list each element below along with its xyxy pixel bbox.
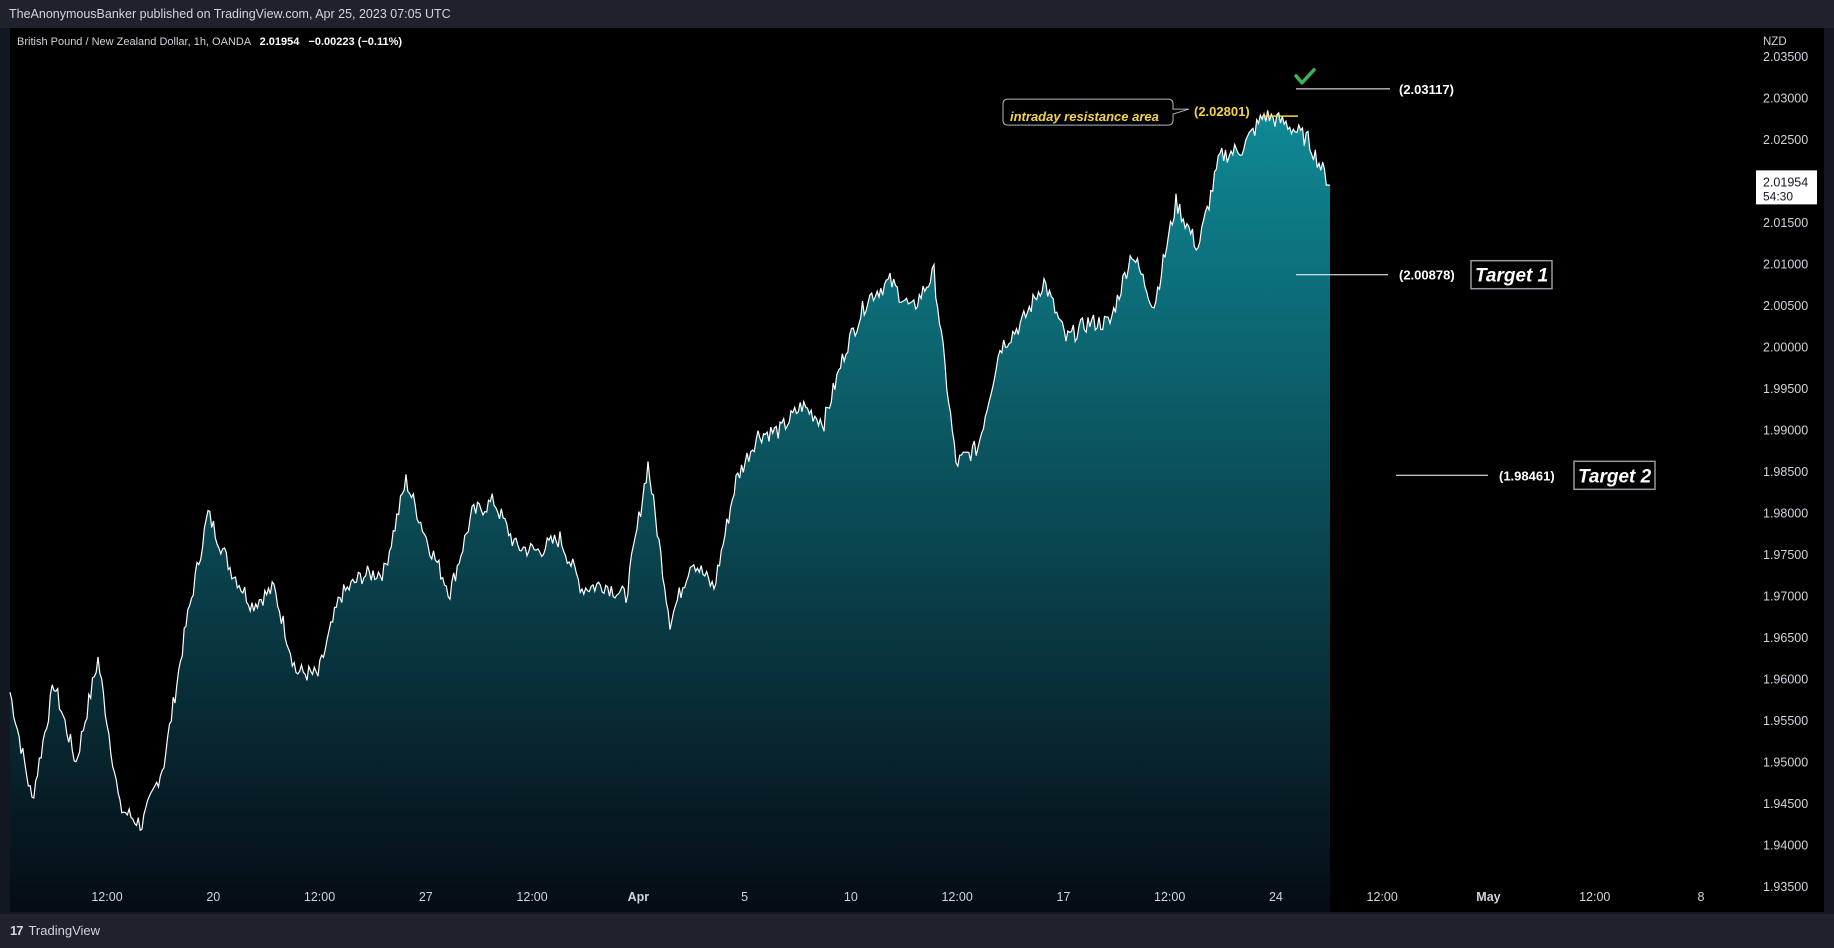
- y-tick-label: 1.93500: [1763, 880, 1808, 894]
- x-tick-label: Apr: [628, 890, 650, 904]
- y-tick-label: 2.03000: [1763, 92, 1808, 106]
- x-tick-label: May: [1476, 890, 1500, 904]
- y-tick-label: 1.94000: [1763, 839, 1808, 853]
- x-tick-label: 10: [844, 890, 858, 904]
- price-chart[interactable]: 2.035002.030002.025002.020002.015002.010…: [0, 0, 1834, 948]
- legend-symbol: British Pound / New Zealand Dollar, 1h, …: [17, 36, 252, 48]
- x-tick-label: 17: [1056, 890, 1070, 904]
- x-tick-label: 12:00: [516, 890, 547, 904]
- y-tick-label: 1.99500: [1763, 382, 1808, 396]
- x-tick-label: 12:00: [1579, 890, 1610, 904]
- y-tick-label: 1.98000: [1763, 507, 1808, 521]
- y-tick-label: 2.00500: [1763, 299, 1808, 313]
- tradingview-logo-text: TradingView: [28, 923, 101, 938]
- y-tick-label: 1.96500: [1763, 631, 1808, 645]
- y-tick-label: 2.01500: [1763, 216, 1808, 230]
- x-tick-label: 5: [741, 890, 748, 904]
- y-tick-label: 1.95000: [1763, 756, 1808, 770]
- y-tick-label: 1.95500: [1763, 714, 1808, 728]
- y-tick-label: 2.02500: [1763, 133, 1808, 147]
- y-tick-label: 2.03500: [1763, 50, 1808, 64]
- svg-text:British Pound / New Zealand Do: British Pound / New Zealand Dollar, 1h, …: [17, 36, 402, 48]
- x-tick-label: 24: [1269, 890, 1283, 904]
- y-tick-label: 1.97000: [1763, 590, 1808, 604]
- axis-currency-label: NZD: [1763, 36, 1787, 48]
- footer-bar: 17 TradingView: [0, 914, 1834, 948]
- countdown-label: 54:30: [1763, 189, 1793, 203]
- x-tick-label: 12:00: [304, 890, 335, 904]
- current-price-label: 2.01954: [1763, 175, 1808, 189]
- target-2-label: Target 2: [1578, 466, 1652, 487]
- y-tick-label: 1.97500: [1763, 548, 1808, 562]
- target-1-value: (2.00878): [1399, 268, 1455, 283]
- y-tick-label: 2.00000: [1763, 341, 1808, 355]
- tradingview-logo[interactable]: 17 TradingView: [10, 923, 100, 938]
- check-icon: [1294, 68, 1316, 85]
- x-tick-label: 20: [206, 890, 220, 904]
- target-2-value: (1.98461): [1499, 468, 1555, 483]
- legend-change: −0.00223 (−0.11%): [308, 36, 402, 48]
- y-tick-label: 1.94500: [1763, 797, 1808, 811]
- target-1-label: Target 1: [1475, 266, 1548, 287]
- resistance-value: (2.02801): [1194, 104, 1250, 119]
- y-tick-label: 1.99000: [1763, 424, 1808, 438]
- y-tick-label: 2.01000: [1763, 258, 1808, 272]
- x-tick-label: 12:00: [91, 890, 122, 904]
- x-tick-label: 8: [1698, 890, 1705, 904]
- level-value-2-03117: (2.03117): [1399, 82, 1454, 97]
- x-tick-label: 12:00: [1154, 890, 1185, 904]
- x-tick-label: 12:00: [1367, 890, 1398, 904]
- legend-last-price: 2.01954: [260, 36, 301, 48]
- resistance-callout-label: intraday resistance area: [1010, 109, 1159, 124]
- tradingview-logo-icon: 17: [10, 923, 24, 938]
- x-tick-label: 27: [419, 890, 433, 904]
- x-tick-label: 12:00: [941, 890, 972, 904]
- y-tick-label: 1.98500: [1763, 465, 1808, 479]
- y-tick-label: 1.96000: [1763, 673, 1808, 687]
